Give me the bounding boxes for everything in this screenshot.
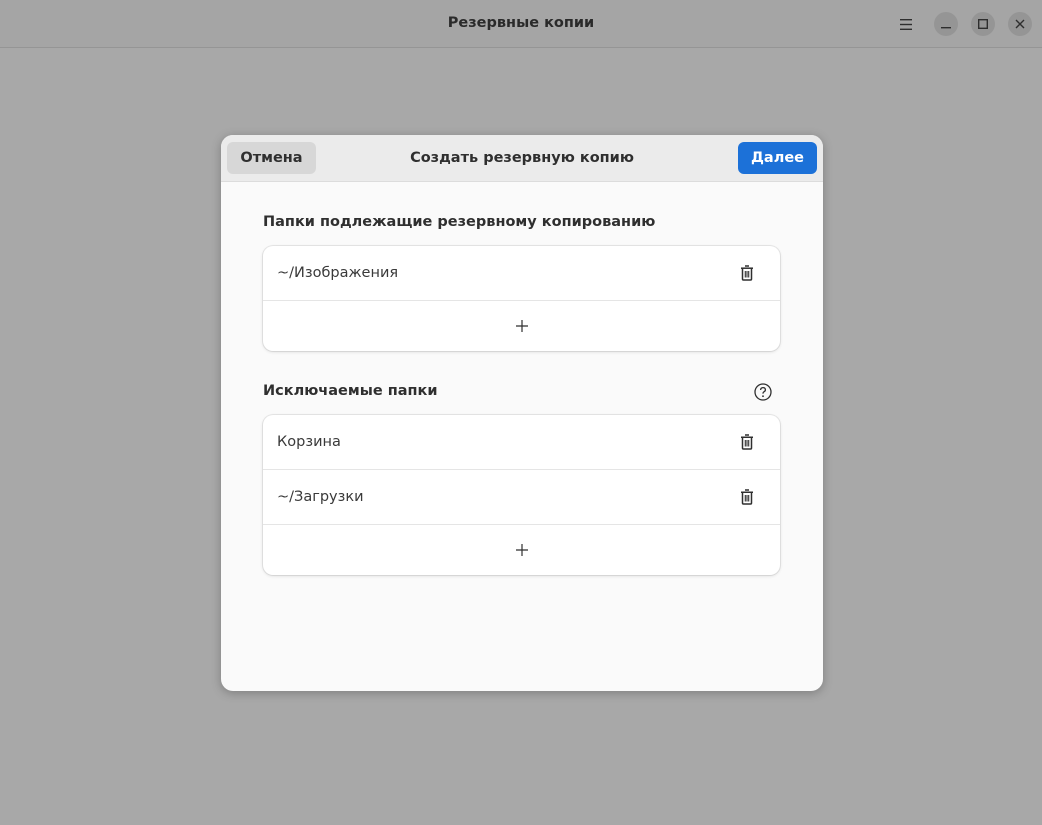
window-headerbar: Резервные копии bbox=[0, 0, 1042, 48]
minimize-icon bbox=[941, 27, 951, 29]
trash-icon bbox=[741, 489, 753, 505]
folder-label: ~/Изображения bbox=[277, 265, 399, 281]
dialog-title: Создать резервную копию bbox=[410, 150, 634, 166]
window-title: Резервные копии bbox=[447, 15, 595, 31]
maximize-icon bbox=[978, 19, 988, 29]
exclude-folders-list: Корзина ~/Загрузки bbox=[263, 415, 780, 575]
folder-label: Корзина bbox=[277, 434, 341, 450]
hamburger-menu-icon bbox=[900, 18, 912, 30]
exclude-section-title: Исключаемые папки bbox=[263, 383, 438, 399]
list-item: ~/Изображения bbox=[263, 246, 780, 301]
trash-icon bbox=[741, 265, 753, 281]
list-item: ~/Загрузки bbox=[263, 470, 780, 525]
maximize-button[interactable] bbox=[971, 12, 995, 36]
delete-folder-button[interactable] bbox=[735, 432, 759, 452]
minimize-button[interactable] bbox=[934, 12, 958, 36]
dialog-header: Отмена Создать резервную копию Далее bbox=[221, 135, 823, 182]
delete-folder-button[interactable] bbox=[735, 487, 759, 507]
delete-folder-button[interactable] bbox=[735, 263, 759, 283]
plus-icon bbox=[515, 320, 528, 332]
app-window: Резервные копии Отмена Создать резервную… bbox=[0, 0, 1042, 825]
trash-icon bbox=[741, 434, 753, 450]
plus-icon bbox=[515, 544, 528, 556]
folder-label: ~/Загрузки bbox=[277, 489, 364, 505]
main-menu-button[interactable] bbox=[894, 12, 918, 36]
next-button[interactable]: Далее bbox=[738, 142, 817, 174]
help-icon[interactable] bbox=[754, 383, 772, 401]
close-button[interactable] bbox=[1008, 12, 1032, 36]
include-folders-list: ~/Изображения bbox=[263, 246, 780, 351]
close-icon bbox=[1015, 19, 1025, 29]
create-backup-dialog: Отмена Создать резервную копию Далее Пап… bbox=[221, 135, 823, 691]
list-item: Корзина bbox=[263, 415, 780, 470]
add-exclude-folder-button[interactable] bbox=[263, 525, 780, 575]
include-section-title: Папки подлежащие резервному копированию bbox=[263, 214, 656, 230]
add-include-folder-button[interactable] bbox=[263, 301, 780, 351]
